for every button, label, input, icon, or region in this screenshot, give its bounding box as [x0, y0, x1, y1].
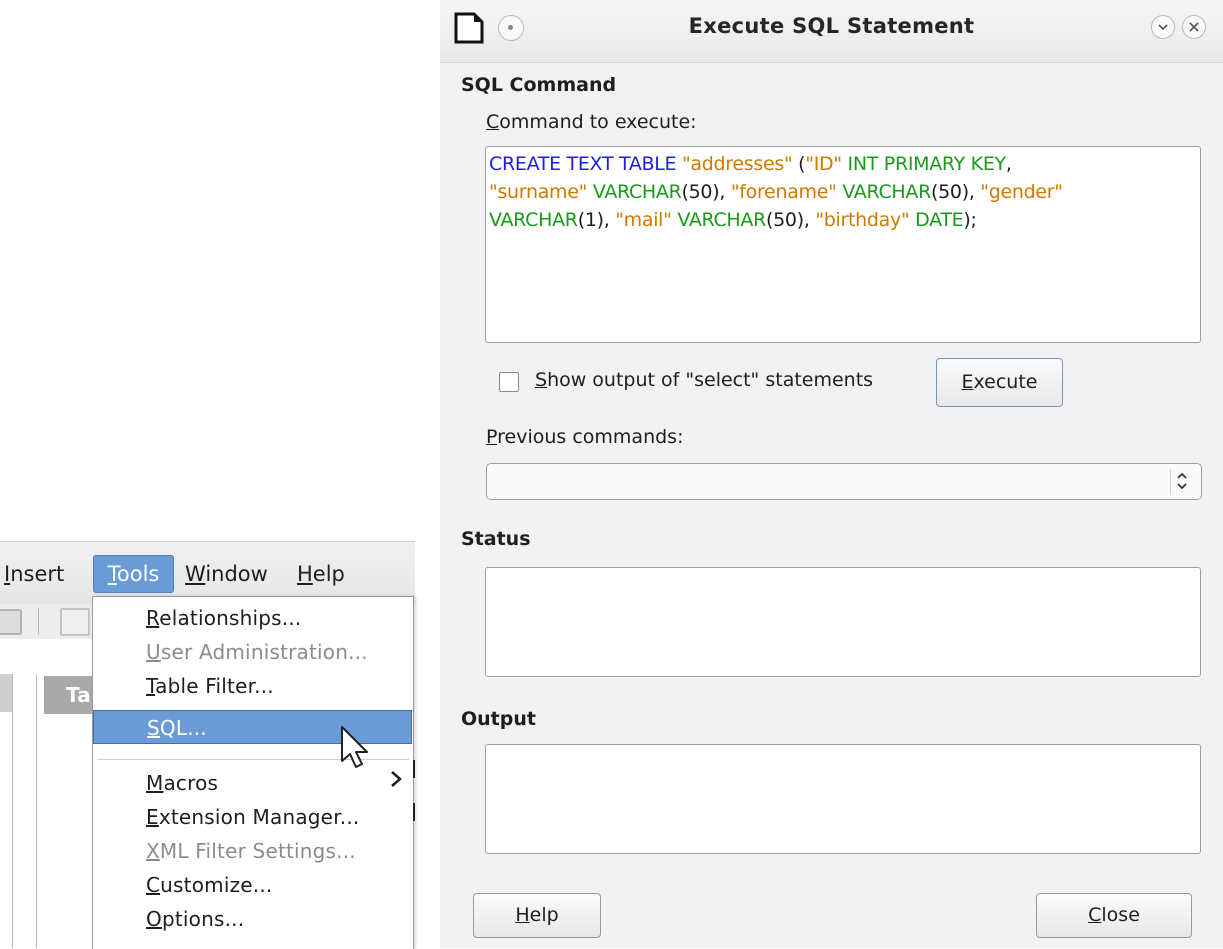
divider-mark — [413, 803, 415, 821]
tables-panel-header: Ta — [44, 676, 92, 714]
chevron-right-icon — [389, 766, 403, 800]
menu-item-customize[interactable]: Customize... — [93, 868, 413, 902]
menu-item-xml-filter-settings[interactable]: XML Filter Settings... — [93, 834, 413, 868]
command-text: CREATE TEXT TABLE "addresses" ("ID" INT … — [489, 153, 1063, 231]
toolbar-separator — [38, 608, 39, 634]
output-box — [485, 744, 1201, 854]
menu-item-extension-manager[interactable]: Extension Manager... — [93, 800, 413, 834]
menu-item-macros[interactable]: Macros — [93, 766, 413, 800]
mouse-cursor-icon — [341, 726, 368, 768]
status-box — [485, 567, 1201, 677]
show-output-checkbox[interactable] — [499, 372, 519, 392]
menu-item-user-administration[interactable]: User Administration... — [93, 635, 413, 669]
panel-divider — [36, 674, 37, 948]
previous-commands-select[interactable] — [486, 463, 1202, 500]
status-heading: Status — [461, 528, 531, 550]
save-icon[interactable] — [0, 609, 22, 635]
divider-mark — [413, 760, 415, 778]
menu-item-table-filter[interactable]: Table Filter... — [93, 669, 413, 703]
close-button[interactable]: Close — [1036, 893, 1192, 938]
output-heading: Output — [461, 708, 536, 730]
menu-insert[interactable]: Insert — [4, 556, 64, 592]
menu-item-relationships[interactable]: Relationships... — [93, 601, 413, 635]
document-icon[interactable] — [60, 608, 90, 636]
panel-left — [0, 674, 13, 948]
menu-window[interactable]: Window — [185, 556, 268, 592]
toolbar — [0, 604, 92, 639]
dialog-titlebar: Execute SQL Statement — [440, 0, 1223, 63]
command-label: Command to execute: — [486, 111, 697, 133]
menu-help[interactable]: Help — [297, 556, 345, 592]
minimize-icon[interactable] — [1151, 15, 1175, 39]
show-output-label[interactable]: Show output of "select" statements — [535, 369, 873, 391]
execute-button[interactable]: Execute — [936, 358, 1063, 407]
menu-tools[interactable]: Tools — [93, 555, 174, 593]
previous-commands-label: Previous commands: — [486, 426, 684, 448]
menu-item-options[interactable]: Options... — [93, 902, 413, 936]
tools-menu: Relationships... User Administration... … — [92, 596, 414, 949]
execute-sql-dialog: Execute SQL Statement SQL Command Comman… — [440, 0, 1223, 948]
dialog-title: Execute SQL Statement — [688, 14, 975, 38]
help-button[interactable]: Help — [473, 893, 601, 938]
sql-command-heading: SQL Command — [461, 74, 617, 96]
close-icon[interactable] — [1182, 15, 1206, 39]
updown-arrow-icon — [1170, 469, 1193, 495]
